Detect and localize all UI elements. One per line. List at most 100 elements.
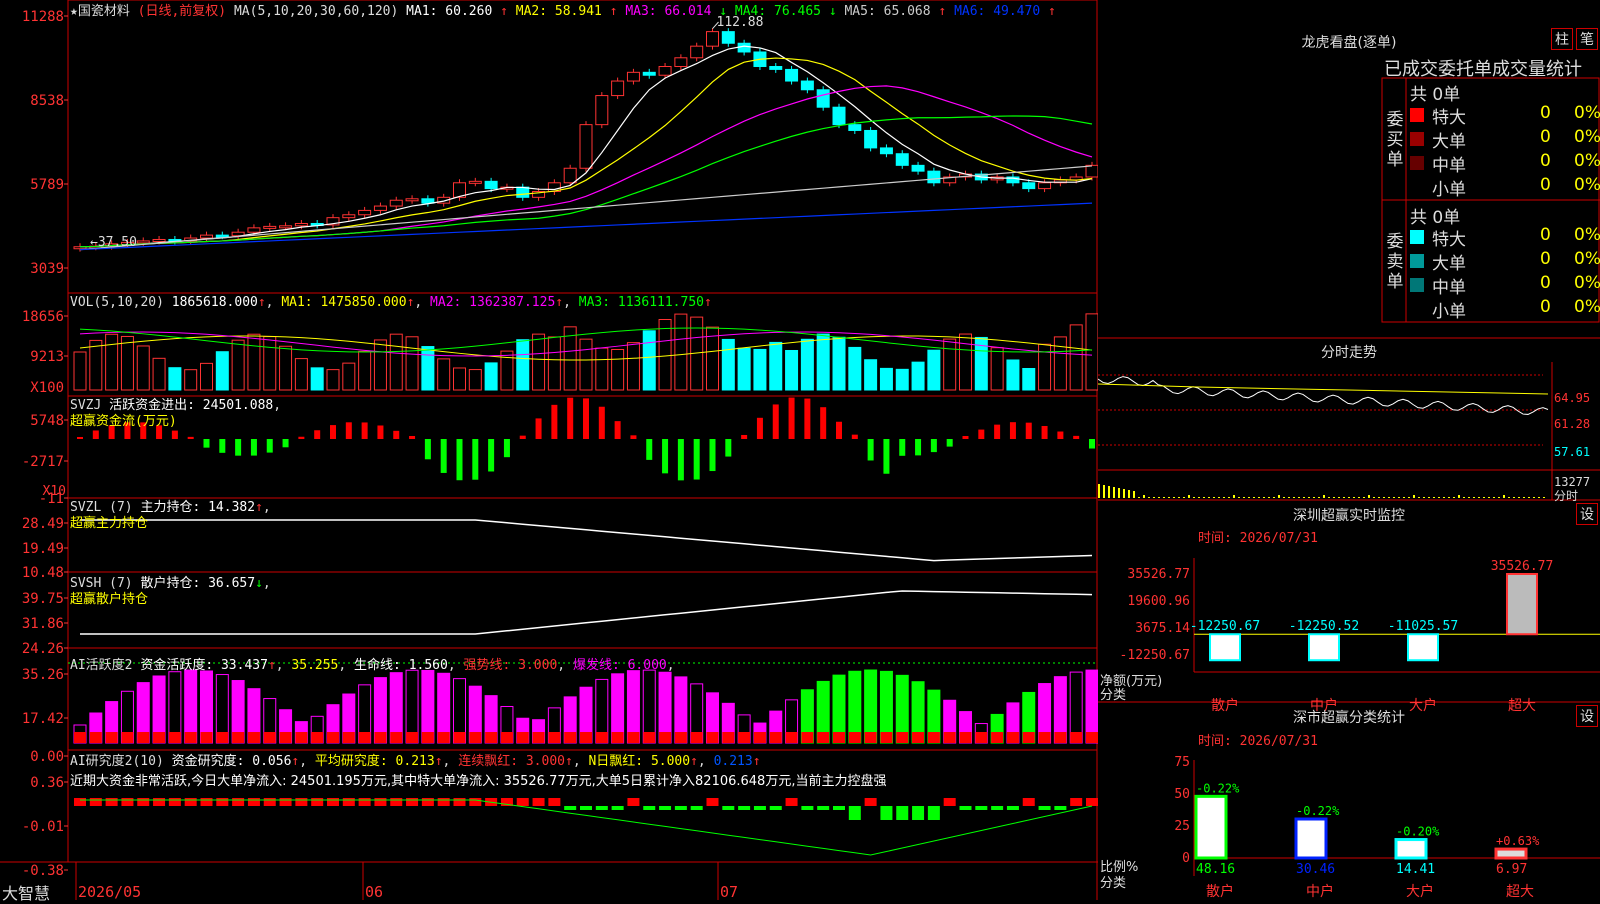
- intraday-vol-bar: [1473, 497, 1475, 498]
- candle: [737, 42, 751, 53]
- fund-flow-bar: [598, 406, 605, 439]
- svsh-line2: 超赢散户持仓: [70, 592, 149, 607]
- intraday-vol-bar: [1138, 497, 1140, 498]
- ma-item-arrow: ↑: [500, 4, 508, 19]
- intraday-vol-bar: [1148, 497, 1150, 498]
- activity-base-bar: [295, 732, 308, 743]
- research-bar: [943, 798, 956, 806]
- svsh-title: SVSH (7): [70, 576, 133, 591]
- research-bar: [200, 798, 213, 806]
- intraday-vol-bar: [1178, 497, 1180, 498]
- volume-bar: [785, 349, 799, 391]
- intraday-vol-bar: [1208, 497, 1210, 498]
- activity-base-bar: [564, 732, 577, 743]
- intraday-vol-bar: [1313, 497, 1315, 498]
- candle: [373, 205, 387, 211]
- intraday-vol-bar: [1448, 497, 1450, 498]
- candle: [405, 198, 419, 202]
- research-bar: [1022, 798, 1035, 806]
- intraday-vol-bar: [1388, 497, 1390, 498]
- class-value-label: 6.97: [1496, 862, 1527, 877]
- pen-toggle-button[interactable]: 笔: [1576, 28, 1598, 50]
- research-bar: [785, 798, 798, 806]
- bar-toggle-button[interactable]: 柱: [1551, 28, 1573, 50]
- buy-total: 共 0单: [1410, 85, 1461, 105]
- sz-monitor-settings-button[interactable]: 设: [1576, 503, 1598, 525]
- candle: [911, 164, 925, 172]
- fund-flow-bar: [677, 439, 684, 481]
- fund-flow-bar: [646, 439, 653, 460]
- ai-life-line: 生命线: 1.560: [354, 658, 448, 673]
- lhb-title: 龙虎看盘(逐单): [1301, 35, 1397, 51]
- vol-ma3: MA3: 1136111.750: [578, 295, 704, 310]
- ai-burst-line: 爆发线: 6.000: [572, 658, 667, 673]
- class-category-label: 超大: [1506, 884, 1534, 900]
- research-bar: [105, 798, 118, 806]
- activity-base-bar: [1038, 732, 1051, 743]
- volume-bar: [1085, 313, 1099, 391]
- fund-flow-bar: [820, 407, 827, 439]
- research-bar: [74, 798, 86, 806]
- legend-swatch: [1410, 230, 1424, 244]
- stat-row-中单: 中单 0 0%: [1410, 151, 1600, 176]
- fund-flow-bar: [266, 439, 273, 453]
- activity-base-bar: [469, 732, 482, 743]
- intraday-vol-bar: [1383, 497, 1385, 498]
- volume-bar: [800, 338, 814, 391]
- ai-research-avg: 平均研究度: 0.213: [314, 754, 435, 769]
- class-change-label: -0.20%: [1396, 825, 1440, 839]
- class-y-tick: 50: [1174, 787, 1190, 802]
- ai-strong-line: 强势线: 3.000: [463, 658, 558, 673]
- research-bar: [263, 798, 276, 806]
- svzl-title: SVZL (7): [70, 500, 133, 515]
- intraday-vol-bar: [1368, 495, 1370, 498]
- sz-class-time: 时间: 2026/07/31: [1198, 734, 1318, 749]
- intraday-vol-tick: 13277: [1554, 475, 1590, 489]
- intraday-vol-bar: [1513, 497, 1515, 498]
- svzl-y-tick: 19.49: [22, 541, 64, 557]
- intraday-vol-bar: [1168, 497, 1170, 498]
- activity-base-bar: [991, 732, 1004, 743]
- intraday-vol-bar: [1243, 497, 1245, 498]
- activity-base-bar: [690, 732, 703, 743]
- fund-flow-bar: [709, 439, 716, 472]
- class-y-tick: 75: [1174, 755, 1190, 770]
- main-chart-area[interactable]: 11288 8538 5789 3039 18656 9213 X100 5748 -2717 -…: [0, 0, 1099, 903]
- activity-base-bar: [896, 732, 909, 743]
- fund-flow-bar: [756, 417, 763, 439]
- research-bar: [279, 798, 292, 806]
- volume-bar: [626, 342, 640, 391]
- research-bar: [833, 806, 845, 810]
- kline-y-tick: 11288: [22, 9, 64, 25]
- activity-base-bar: [532, 732, 545, 743]
- fund-flow-bar: [883, 439, 890, 474]
- candle: [690, 45, 704, 59]
- intraday-vol-bar: [1478, 497, 1480, 498]
- intraday-vol-bar: [1318, 497, 1320, 498]
- fund-flow-bar: [424, 439, 431, 460]
- volume-bar: [674, 313, 688, 391]
- activity-base-bar: [1006, 732, 1019, 743]
- vol-header: VOL(5,10,20) 1865618.000↑, MA1: 1475850.…: [70, 295, 712, 310]
- volume-bar: [516, 339, 530, 391]
- volume-bar: [737, 347, 751, 391]
- sz-class-settings-button[interactable]: 设: [1576, 705, 1598, 727]
- candle: [879, 147, 893, 155]
- research-bar: [643, 806, 656, 810]
- main-header: ★国瓷材料 (日线,前复权) MA(5,10,20,30,60,120) MA1…: [70, 0, 1056, 19]
- stat-label: 大单: [1432, 132, 1466, 152]
- activity-base-bar: [785, 732, 798, 743]
- volume-bar: [1069, 324, 1083, 391]
- fund-flow-bar: [772, 404, 779, 439]
- activity-base-bar: [390, 732, 403, 743]
- intraday-avg-line: [1097, 383, 1549, 395]
- research-bar: [137, 798, 150, 806]
- candle: [1022, 182, 1036, 190]
- research-bar: [358, 798, 371, 806]
- intraday-vol-bar: [1458, 495, 1460, 498]
- fund-flow-bar: [1057, 431, 1064, 439]
- candle: [342, 214, 356, 219]
- stat-percent: 0%: [1574, 297, 1600, 317]
- research-bar: [690, 806, 703, 810]
- intraday-vol-bar: [1488, 497, 1490, 498]
